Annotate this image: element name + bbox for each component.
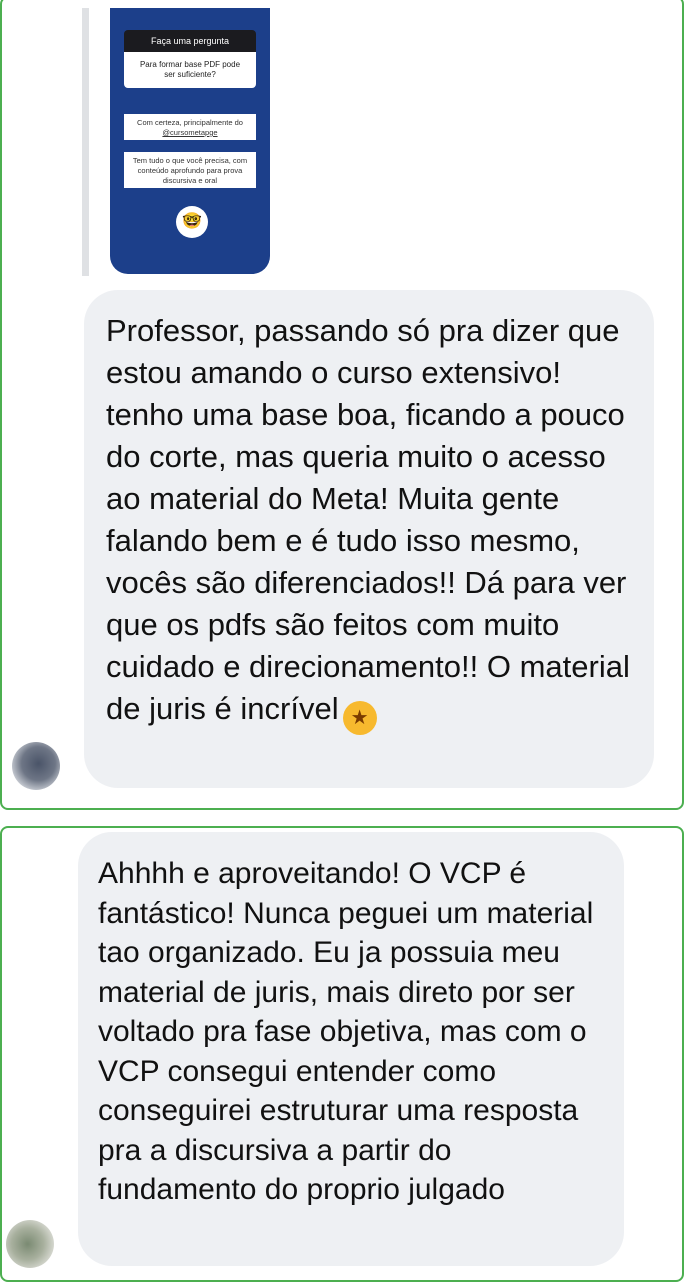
avatar[interactable] [6, 1220, 54, 1268]
story-answer-2: Tem tudo o que você precisa, com conteúd… [124, 152, 256, 188]
story-reply-thumbnail[interactable]: Faça uma pergunta Para formar base PDF p… [110, 8, 270, 274]
story-answer-1-handle: @cursometapge [162, 128, 218, 137]
message-card-1: Faça uma pergunta Para formar base PDF p… [0, 0, 684, 810]
nerd-face-icon: 🤓 [176, 206, 208, 238]
message-bubble: Professor, passando só pra dizer que est… [84, 290, 654, 788]
story-answer-1-text: Com certeza, principalmente do [137, 118, 243, 127]
story-question-title: Faça uma pergunta [124, 30, 256, 52]
star-struck-icon: ★ [342, 701, 377, 735]
message-text: Ahhhh e aproveitando! O VCP é fantástico… [98, 857, 594, 1206]
story-answer-1: Com certeza, principalmente do @cursomet… [124, 114, 256, 140]
story-question-text: Para formar base PDF pode ser suficiente… [124, 52, 256, 88]
message-bubble: Ahhhh e aproveitando! O VCP é fantástico… [78, 832, 624, 1266]
reply-quote-bar [82, 8, 89, 276]
message-card-2: Ahhhh e aproveitando! O VCP é fantástico… [0, 826, 684, 1282]
avatar[interactable] [12, 742, 60, 790]
message-text: Professor, passando só pra dizer que est… [106, 313, 630, 726]
